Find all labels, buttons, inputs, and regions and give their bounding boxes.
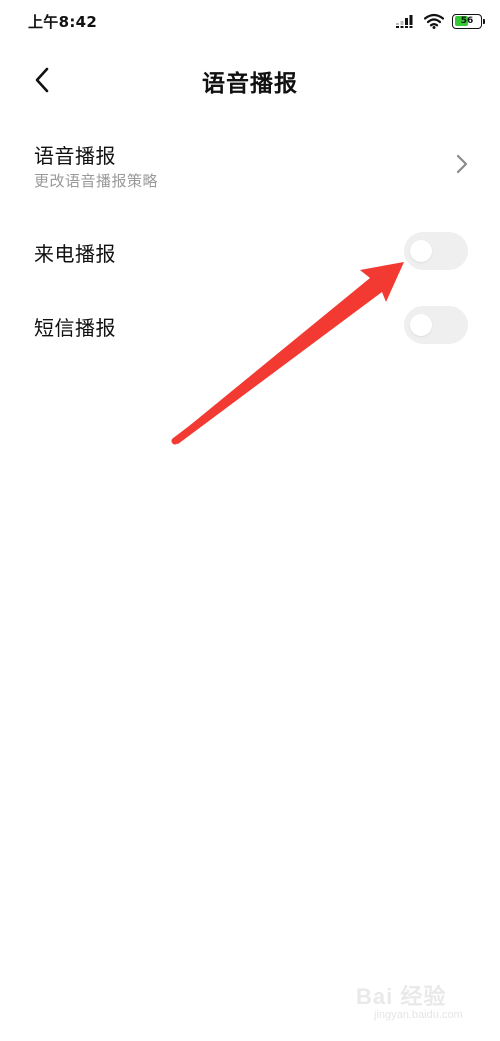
toggle-knob: [410, 314, 432, 336]
phone-screen: 上午8:42 56 语音播报 语音播报 更改语音播报策略 来电播报 短信播报 B…: [0, 0, 500, 1041]
watermark-sub: jingyan.baidu.com: [374, 1009, 463, 1021]
page-title: 语音播报: [202, 71, 298, 97]
call-announce-title: 来电播报: [34, 242, 116, 266]
sms-announce-title: 短信播报: [34, 316, 116, 340]
watermark-main: Bai 经验: [356, 984, 447, 1009]
status-bar: 上午8:42 56: [0, 0, 500, 44]
battery-level: 56: [460, 15, 474, 26]
header: 语音播报: [0, 52, 500, 108]
toggle-knob: [410, 240, 432, 262]
status-time: 上午8:42: [28, 13, 98, 31]
signal-icon: [396, 15, 413, 28]
battery-icon: 56: [452, 13, 485, 29]
status-icons: 56: [396, 12, 485, 30]
call-announce-toggle[interactable]: [404, 232, 468, 270]
chevron-right-icon: [456, 154, 468, 174]
sms-announce-row: 短信播报: [0, 292, 500, 366]
sms-announce-toggle[interactable]: [404, 306, 468, 344]
voice-announce-row[interactable]: 语音播报 更改语音播报策略: [0, 128, 500, 218]
baidu-watermark: Bai 经验 jingyan.baidu.com: [356, 979, 486, 1027]
wifi-icon: [424, 13, 444, 29]
voice-announce-title: 语音播报: [34, 144, 116, 168]
battery-cap: [483, 18, 485, 24]
call-announce-row: 来电播报: [0, 218, 500, 292]
settings-list: 语音播报 更改语音播报策略 来电播报 短信播报: [0, 128, 500, 366]
voice-announce-subtitle: 更改语音播报策略: [34, 172, 159, 190]
